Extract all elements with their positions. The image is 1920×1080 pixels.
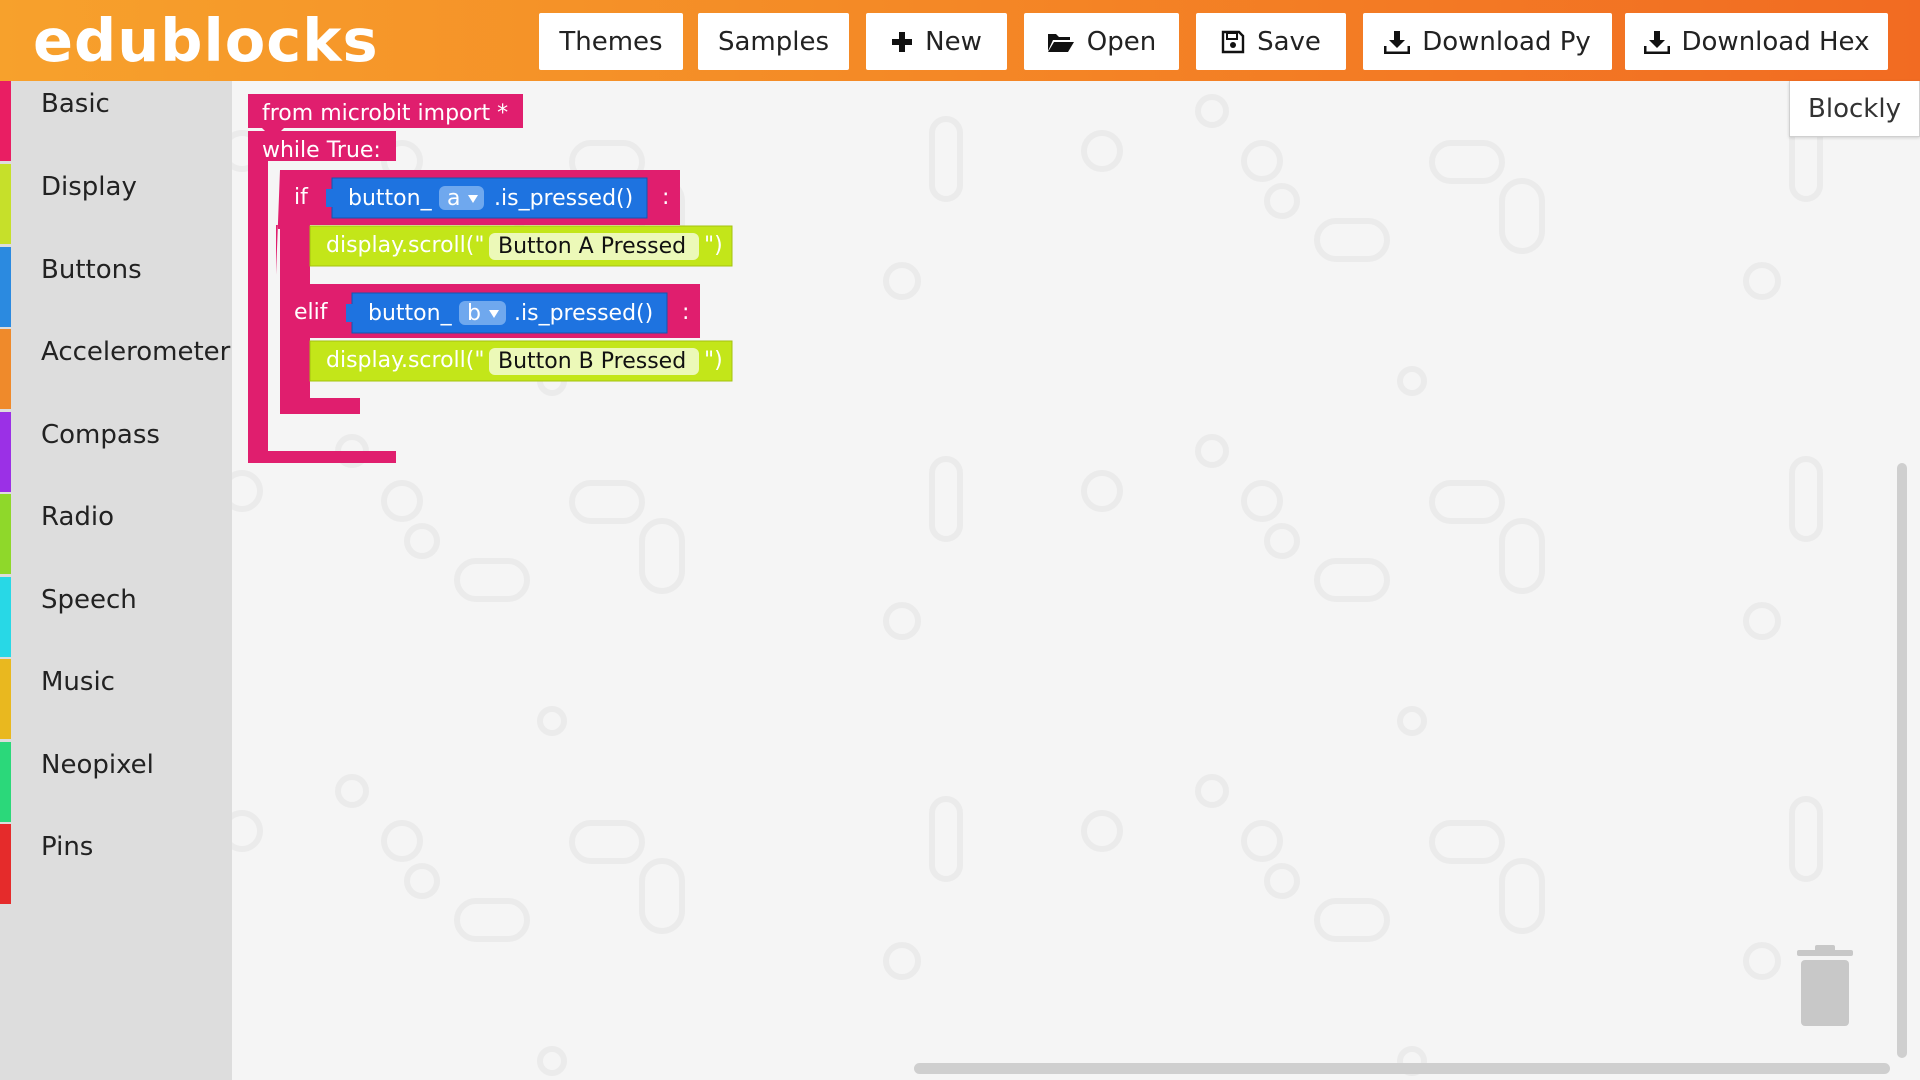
block-puzzle-tab bbox=[346, 304, 354, 322]
category-speech[interactable]: Speech bbox=[0, 577, 232, 657]
category-label: Accelerometer bbox=[41, 337, 231, 367]
samples-label: Samples bbox=[717, 26, 830, 57]
blockly-workspace[interactable]: from microbit import * while True: if : … bbox=[232, 81, 1920, 1080]
category-label: Display bbox=[41, 172, 137, 202]
category-label: Pins bbox=[41, 832, 94, 862]
scroll-a-message: Button A Pressed bbox=[498, 234, 686, 259]
blocks-canvas: from microbit import * while True: if : … bbox=[248, 94, 733, 463]
elif-arm bbox=[280, 338, 310, 398]
category-label: Music bbox=[41, 667, 115, 697]
category-neopixel[interactable]: Neopixel bbox=[0, 742, 232, 822]
scroll-close-text: ") bbox=[704, 348, 723, 373]
category-music[interactable]: Music bbox=[0, 659, 232, 739]
app-logo[interactable]: edublocks bbox=[33, 6, 379, 76]
button-prefix: button_ bbox=[368, 301, 453, 326]
blockly-tab-label: Blockly bbox=[1808, 93, 1901, 124]
category-label: Compass bbox=[41, 420, 160, 450]
category-radio[interactable]: Radio bbox=[0, 494, 232, 574]
button-a-dropdown[interactable] bbox=[439, 186, 484, 210]
category-pins[interactable]: Pins bbox=[0, 824, 232, 904]
plus-icon bbox=[892, 31, 913, 52]
themes-label: Themes bbox=[559, 26, 663, 57]
is-pressed-text: .is_pressed() bbox=[514, 301, 653, 326]
horizontal-scrollbar[interactable] bbox=[914, 1063, 1890, 1074]
category-compass[interactable]: Compass bbox=[0, 412, 232, 492]
if-colon: : bbox=[662, 185, 669, 210]
if-arm bbox=[280, 224, 310, 284]
if-footer bbox=[280, 398, 360, 414]
while-text: while True: bbox=[262, 138, 381, 163]
elif-keyword: elif bbox=[294, 300, 329, 325]
button-b-value: b bbox=[467, 301, 481, 326]
category-sidebar: Basic Display Buttons Accelerometer Comp… bbox=[0, 81, 232, 1080]
save-button[interactable]: Save bbox=[1196, 13, 1346, 70]
open-button[interactable]: Open bbox=[1024, 13, 1179, 70]
folder-open-icon bbox=[1047, 33, 1074, 52]
trash-icon[interactable] bbox=[1795, 944, 1855, 1029]
scroll-open-text: display.scroll(" bbox=[326, 348, 484, 373]
download-py-label: Download Py bbox=[1422, 26, 1591, 57]
category-label: Neopixel bbox=[41, 750, 154, 780]
is-pressed-text: .is_pressed() bbox=[494, 186, 633, 211]
scroll-b-message: Button B Pressed bbox=[498, 349, 686, 374]
blockly-mode-tab[interactable]: Blockly bbox=[1789, 81, 1920, 137]
category-display[interactable]: Display bbox=[0, 164, 232, 244]
import-text: from microbit import * bbox=[262, 101, 508, 126]
download-icon bbox=[1643, 30, 1670, 54]
block-puzzle-tab bbox=[326, 189, 334, 207]
category-label: Radio bbox=[41, 502, 115, 532]
download-hex-button[interactable]: Download Hex bbox=[1625, 13, 1888, 70]
download-hex-label: Download Hex bbox=[1681, 26, 1870, 57]
new-button[interactable]: New bbox=[866, 13, 1007, 70]
floppy-disk-icon bbox=[1221, 30, 1245, 53]
new-label: New bbox=[925, 26, 982, 57]
themes-button[interactable]: Themes bbox=[539, 13, 683, 70]
samples-button[interactable]: Samples bbox=[698, 13, 849, 70]
category-label: Speech bbox=[41, 585, 137, 615]
category-buttons[interactable]: Buttons bbox=[0, 247, 232, 327]
header-bar: edublocks Themes Samples New Open Save D… bbox=[0, 0, 1920, 82]
download-icon bbox=[1384, 30, 1411, 54]
category-label: Buttons bbox=[41, 255, 142, 285]
save-label: Save bbox=[1257, 26, 1321, 57]
button-a-value: a bbox=[447, 186, 460, 211]
elif-colon: : bbox=[682, 300, 689, 325]
category-accelerometer[interactable]: Accelerometer bbox=[0, 329, 232, 409]
button-prefix: button_ bbox=[348, 186, 433, 211]
download-py-button[interactable]: Download Py bbox=[1363, 13, 1612, 70]
scroll-close-text: ") bbox=[704, 233, 723, 258]
category-label: Basic bbox=[41, 89, 110, 119]
open-label: Open bbox=[1086, 26, 1157, 57]
if-keyword: if bbox=[294, 185, 309, 210]
scroll-open-text: display.scroll(" bbox=[326, 233, 484, 258]
vertical-scrollbar[interactable] bbox=[1897, 463, 1907, 1058]
category-basic[interactable]: Basic bbox=[0, 81, 232, 161]
